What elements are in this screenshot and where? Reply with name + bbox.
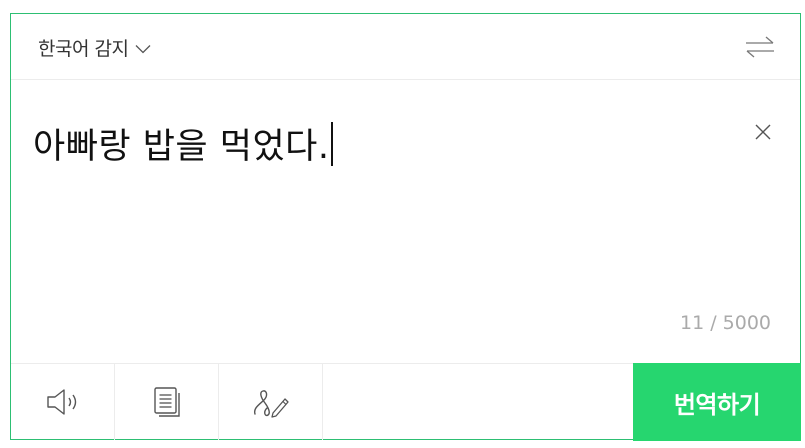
source-language-select[interactable]: 한국어 감지 bbox=[38, 34, 151, 61]
text-caret bbox=[331, 121, 333, 166]
clear-text-button[interactable] bbox=[752, 121, 774, 143]
translator-panel: 한국어 감지 아빠랑 밥을 먹었다. 11 / 5000 번역하기 bbox=[10, 13, 801, 441]
source-text-value: 아빠랑 밥을 먹었다. bbox=[33, 127, 330, 167]
listen-button[interactable] bbox=[11, 364, 115, 440]
source-text-input[interactable]: 아빠랑 밥을 먹었다. bbox=[33, 118, 333, 169]
document-button[interactable] bbox=[115, 364, 219, 440]
source-language-label: 한국어 감지 bbox=[38, 38, 129, 60]
character-counter: 11 / 5000 bbox=[679, 312, 771, 334]
bottom-toolbar: 번역하기 bbox=[11, 363, 801, 441]
speaker-icon bbox=[45, 387, 81, 417]
chevron-down-icon bbox=[135, 44, 151, 54]
source-text-area[interactable]: 아빠랑 밥을 먹었다. 11 / 5000 bbox=[11, 80, 800, 363]
translate-button[interactable]: 번역하기 bbox=[633, 363, 801, 441]
language-bar: 한국어 감지 bbox=[11, 14, 800, 80]
close-icon bbox=[754, 123, 772, 141]
swap-arrows-icon bbox=[745, 35, 775, 59]
swap-languages-button[interactable] bbox=[743, 34, 777, 60]
document-icon bbox=[151, 386, 183, 418]
handwriting-icon bbox=[252, 386, 290, 418]
handwriting-button[interactable] bbox=[219, 364, 323, 440]
